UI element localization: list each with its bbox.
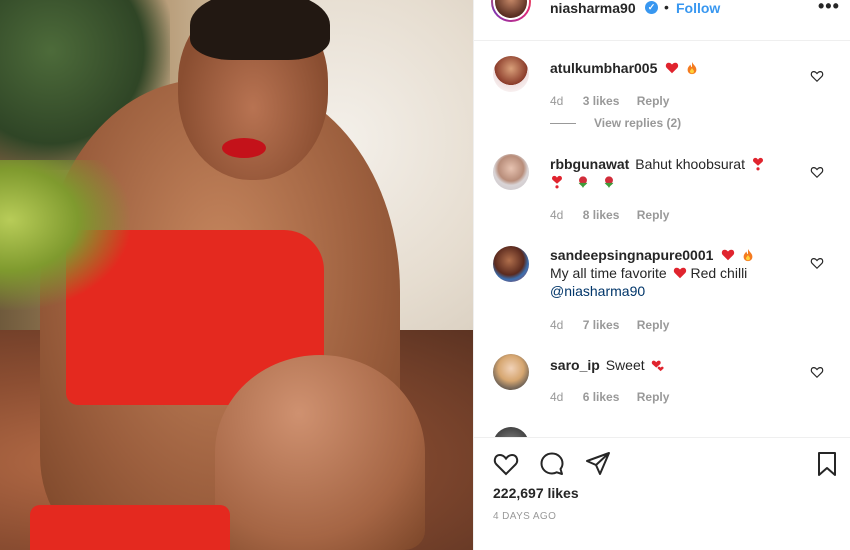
comment-meta: 4d 3 likes Reply bbox=[550, 94, 683, 108]
like-icon[interactable] bbox=[492, 450, 520, 478]
follow-button[interactable]: Follow bbox=[676, 0, 720, 16]
reply-button[interactable]: Reply bbox=[637, 94, 670, 108]
photo-red-bottom bbox=[30, 505, 230, 550]
comment-body: Bahut khoobsurat bbox=[635, 156, 745, 172]
save-icon[interactable] bbox=[813, 450, 841, 478]
comment-likes[interactable]: 6 likes bbox=[583, 390, 620, 404]
header-separator: • bbox=[664, 0, 669, 15]
commenter-username[interactable]: saro_ip bbox=[550, 357, 600, 373]
commenter-username[interactable]: sandeepsingnapure0001 bbox=[550, 247, 713, 263]
comment-body: Sweet bbox=[605, 357, 645, 373]
comment-heart-icon[interactable] bbox=[810, 256, 824, 270]
comments-list[interactable]: atulkumbhar005 4d 3 likes Reply View rep… bbox=[474, 42, 850, 437]
commenter-username[interactable]: atulkumbhar005 bbox=[550, 60, 657, 76]
comment-meta: 4d 8 likes Reply bbox=[550, 208, 683, 222]
actions-divider bbox=[474, 437, 850, 438]
post-header: niasharma90 ✓ • Follow ••• bbox=[474, 0, 850, 24]
comment-likes[interactable]: 3 likes bbox=[583, 94, 620, 108]
reply-button[interactable]: Reply bbox=[637, 318, 670, 332]
comment-text: atulkumbhar005 bbox=[550, 59, 800, 77]
heart-emoji-icon bbox=[673, 267, 686, 279]
post-photo[interactable] bbox=[0, 0, 473, 550]
heart-exclamation-emoji-icon bbox=[752, 157, 763, 171]
comment-text: sandeepsingnapure0001 My all time favori… bbox=[550, 246, 800, 300]
comment-time: 4d bbox=[550, 208, 564, 222]
comment-meta: 4d 6 likes Reply bbox=[550, 390, 683, 404]
reply-button[interactable]: Reply bbox=[637, 390, 670, 404]
post-actions bbox=[474, 448, 850, 482]
commenter-avatar-partial[interactable] bbox=[493, 427, 529, 437]
post-timestamp: 4 DAYS AGO bbox=[493, 511, 557, 522]
fire-emoji-icon bbox=[687, 61, 697, 75]
heart-emoji-icon bbox=[666, 62, 679, 74]
comment-mention-link[interactable]: @niasharma90 bbox=[550, 283, 645, 299]
rose-emoji-icon bbox=[604, 176, 614, 189]
comment-text: rbbgunawat Bahut khoobsurat bbox=[550, 155, 800, 191]
comment-time: 4d bbox=[550, 94, 564, 108]
comment-heart-icon[interactable] bbox=[810, 165, 824, 179]
photo-knee bbox=[215, 355, 425, 550]
header-divider bbox=[474, 40, 850, 41]
comment-time: 4d bbox=[550, 390, 564, 404]
heart-emoji-icon bbox=[722, 249, 735, 261]
commenter-avatar[interactable] bbox=[493, 354, 529, 390]
reply-button[interactable]: Reply bbox=[637, 208, 670, 222]
author-avatar[interactable] bbox=[491, 0, 531, 22]
comment-time: 4d bbox=[550, 318, 564, 332]
likes-count[interactable]: 222,697 likes bbox=[493, 485, 579, 501]
view-replies-label: View replies (2) bbox=[594, 116, 682, 130]
comment-body: My all time favorite bbox=[550, 265, 667, 281]
photo-fern bbox=[0, 160, 130, 310]
comment-text: saro_ip Sweet bbox=[550, 356, 800, 374]
commenter-avatar[interactable] bbox=[493, 56, 529, 92]
photo-lips bbox=[222, 138, 266, 158]
view-replies-button[interactable]: View replies (2) bbox=[550, 116, 681, 130]
post-side-panel: niasharma90 ✓ • Follow ••• atulkumbhar00… bbox=[473, 0, 850, 550]
commenter-avatar[interactable] bbox=[493, 246, 529, 282]
comment-body-continued: Red chilli bbox=[690, 265, 748, 281]
heart-exclamation-emoji-icon bbox=[552, 175, 562, 189]
comment-heart-icon[interactable] bbox=[810, 69, 824, 83]
fire-emoji-icon bbox=[743, 248, 753, 262]
more-options-icon[interactable]: ••• bbox=[818, 0, 840, 17]
commenter-username[interactable]: rbbgunawat bbox=[550, 156, 629, 172]
two-hearts-emoji-icon bbox=[651, 360, 664, 372]
comment-likes[interactable]: 8 likes bbox=[583, 208, 620, 222]
share-icon[interactable] bbox=[584, 450, 612, 478]
rose-emoji-icon bbox=[578, 176, 588, 189]
photo-hair bbox=[190, 0, 330, 60]
comment-meta: 4d 7 likes Reply bbox=[550, 318, 683, 332]
author-username[interactable]: niasharma90 bbox=[550, 0, 636, 16]
verified-icon: ✓ bbox=[645, 1, 658, 14]
comment-heart-icon[interactable] bbox=[810, 365, 824, 379]
comment-icon[interactable] bbox=[538, 450, 566, 478]
comment-likes[interactable]: 7 likes bbox=[583, 318, 620, 332]
commenter-avatar[interactable] bbox=[493, 154, 529, 190]
